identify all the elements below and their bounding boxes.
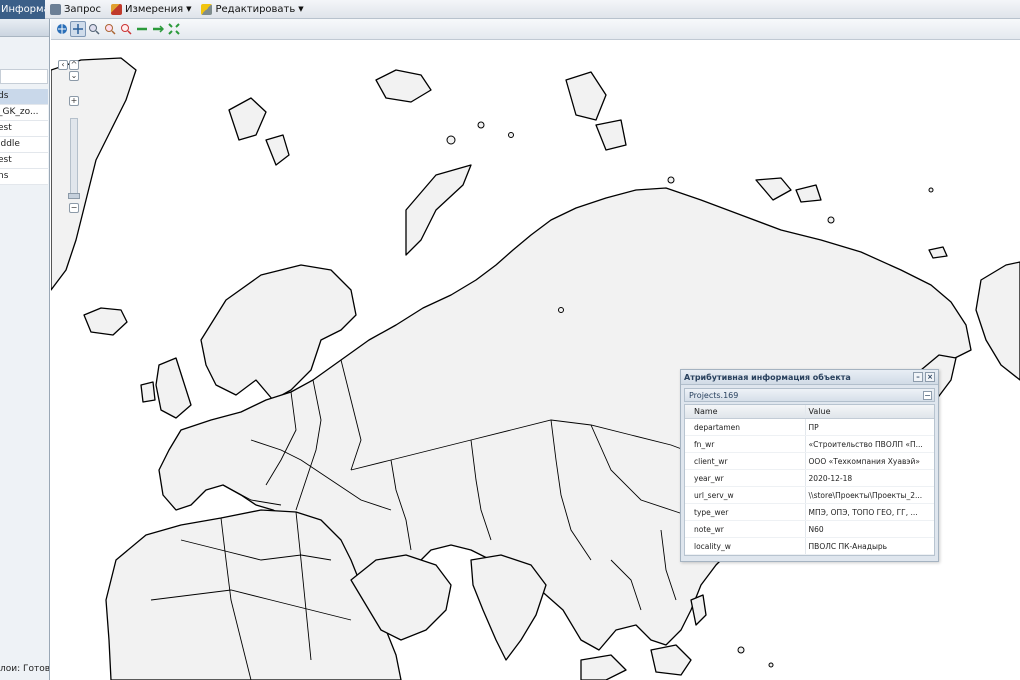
- landmass-svalbard-2: [265, 134, 290, 166]
- map-toolbar: [51, 19, 1020, 40]
- map-view[interactable]: ‹ ^ ⌄ + −: [51, 40, 1020, 680]
- table-row[interactable]: note_wr N60: [685, 521, 934, 538]
- menu-item-info-label: Информация: [1, 3, 45, 15]
- zoom-out-button[interactable]: −: [69, 203, 79, 213]
- layer-item[interactable]: iddle: [0, 137, 48, 153]
- printer-icon: [50, 3, 61, 15]
- window-title: Атрибутивная информация объекта: [684, 373, 851, 382]
- landmass-new-siberian-2: [795, 184, 822, 203]
- menu-item-edit[interactable]: Редактировать ▼: [196, 0, 308, 19]
- attribute-value: ООО «Техкомпания Хуавэй»: [808, 457, 920, 466]
- attribute-table: Name Value departamen ПР fn_wr «Строител…: [684, 404, 935, 556]
- zoom-extent-icon[interactable]: [102, 21, 118, 37]
- layer-item[interactable]: est: [0, 121, 48, 137]
- table-row[interactable]: client_wr ООО «Техкомпания Хуавэй»: [685, 453, 934, 470]
- pan-left-button[interactable]: ‹: [58, 60, 68, 70]
- menu-item-query-label: Запрос: [64, 3, 102, 15]
- landmass-great-britain: [155, 357, 192, 419]
- table-row[interactable]: departamen ПР: [685, 419, 934, 436]
- globe-icon[interactable]: [54, 21, 70, 37]
- menu-item-measure-label: Измерения: [125, 3, 184, 15]
- zoom-in-icon[interactable]: [86, 21, 102, 37]
- attribute-value: МПЭ, ОПЭ, ТОПО ГЕО, ГГ, ...: [808, 508, 918, 517]
- attribute-name: note_wr: [685, 521, 806, 537]
- zoom-in-button[interactable]: +: [69, 96, 79, 106]
- column-header-name[interactable]: Name: [685, 405, 806, 418]
- menu-item-measure[interactable]: Измерения ▼: [106, 0, 196, 19]
- attribute-value: 2020-12-18: [808, 474, 853, 483]
- landmass-severnaya-zemlya: [565, 71, 607, 121]
- layer-item[interactable]: ds: [0, 89, 48, 105]
- ruler-icon: [111, 3, 123, 15]
- attribute-name: locality_w: [685, 538, 806, 554]
- status-text: лои: Готово: [0, 664, 50, 674]
- attribute-name: url_serv_w: [685, 487, 806, 503]
- attribute-name: type_wer: [685, 504, 806, 520]
- window-title-bar[interactable]: Атрибутивная информация объекта – ×: [681, 370, 938, 385]
- menu-item-info[interactable]: Информация: [0, 0, 45, 19]
- pan-down-button[interactable]: ⌄: [69, 71, 79, 81]
- layer-item[interactable]: _GK_zo...: [0, 105, 48, 121]
- attribute-name: year_wr: [685, 470, 806, 486]
- landmass-franz-josef: [375, 69, 432, 103]
- landmass-new-siberian: [755, 177, 792, 201]
- menu-item-query[interactable]: Запрос: [45, 0, 106, 19]
- landmass-borneo: [650, 644, 692, 676]
- landmass-philippines: [690, 594, 707, 626]
- table-row[interactable]: type_wer МПЭ, ОПЭ, ТОПО ГЕО, ГГ, ...: [685, 504, 934, 521]
- attribute-value: N60: [808, 525, 824, 534]
- chevron-down-icon: ▼: [298, 5, 304, 13]
- attribute-name: client_wr: [685, 453, 806, 469]
- pencil-icon: [201, 3, 213, 15]
- table-row[interactable]: url_serv_w \\store\Проекты\Проекты_2...: [685, 487, 934, 504]
- table-row[interactable]: locality_w ПВОЛС ПК-Анадырь: [685, 538, 934, 555]
- zoom-slider-handle[interactable]: [68, 193, 80, 199]
- collapse-icon[interactable]: −: [923, 391, 932, 400]
- landmass-severnaya-2: [595, 119, 627, 151]
- landmass-novaya-zemlya: [405, 164, 472, 256]
- minimize-icon[interactable]: –: [913, 372, 923, 382]
- layer-item[interactable]: ns: [0, 169, 48, 185]
- zoom-slider-track[interactable]: [70, 118, 78, 198]
- map-canvas[interactable]: [51, 40, 1020, 680]
- back-arrow-icon[interactable]: [134, 21, 150, 37]
- full-extent-icon[interactable]: [166, 21, 182, 37]
- menu-bar: Информация Запрос Измерения ▼ Редактиров…: [0, 0, 1020, 19]
- chevron-down-icon: ▼: [186, 5, 192, 13]
- table-row[interactable]: year_wr 2020-12-18: [685, 470, 934, 487]
- pan-up-button[interactable]: ^: [69, 60, 79, 70]
- attribute-value: \\store\Проекты\Проекты_2...: [808, 491, 923, 500]
- attribute-info-window: Атрибутивная информация объекта – × Proj…: [680, 369, 939, 562]
- layer-panel-header: [0, 19, 49, 37]
- landmass-ireland: [140, 381, 156, 403]
- landmass-sumatra: [580, 654, 627, 680]
- landmass-iceland: [83, 307, 128, 336]
- feature-group-label: Projects.169: [689, 391, 739, 400]
- landmass-alaska: [975, 261, 1020, 381]
- attribute-name: departamen: [685, 419, 806, 435]
- column-header-value[interactable]: Value: [806, 405, 934, 418]
- landmass-india: [470, 554, 547, 661]
- attribute-value: «Строительство ПВОЛП «П...: [808, 440, 923, 449]
- layer-item[interactable]: est: [0, 153, 48, 169]
- layer-panel: ds _GK_zo... est iddle est ns лои: Готов…: [0, 19, 50, 680]
- landmass-greenland: [51, 57, 137, 291]
- zoom-out-icon[interactable]: [118, 21, 134, 37]
- forward-arrow-icon[interactable]: [150, 21, 166, 37]
- table-header: Name Value: [685, 405, 934, 419]
- attribute-name: fn_wr: [685, 436, 806, 452]
- feature-group-header[interactable]: Projects.169 −: [684, 388, 935, 402]
- attribute-value: ПВОЛС ПК-Анадырь: [808, 542, 888, 551]
- menu-item-edit-label: Редактировать: [215, 3, 296, 15]
- layer-list: ds _GK_zo... est iddle est ns: [0, 89, 48, 185]
- landmass-svalbard: [228, 97, 267, 141]
- pan-icon[interactable]: [70, 21, 86, 37]
- table-row[interactable]: fn_wr «Строительство ПВОЛП «П...: [685, 436, 934, 453]
- close-icon[interactable]: ×: [925, 372, 935, 382]
- attribute-value: ПР: [808, 423, 819, 432]
- layer-filter-field[interactable]: [0, 69, 48, 84]
- landmass-wrangel: [928, 246, 948, 259]
